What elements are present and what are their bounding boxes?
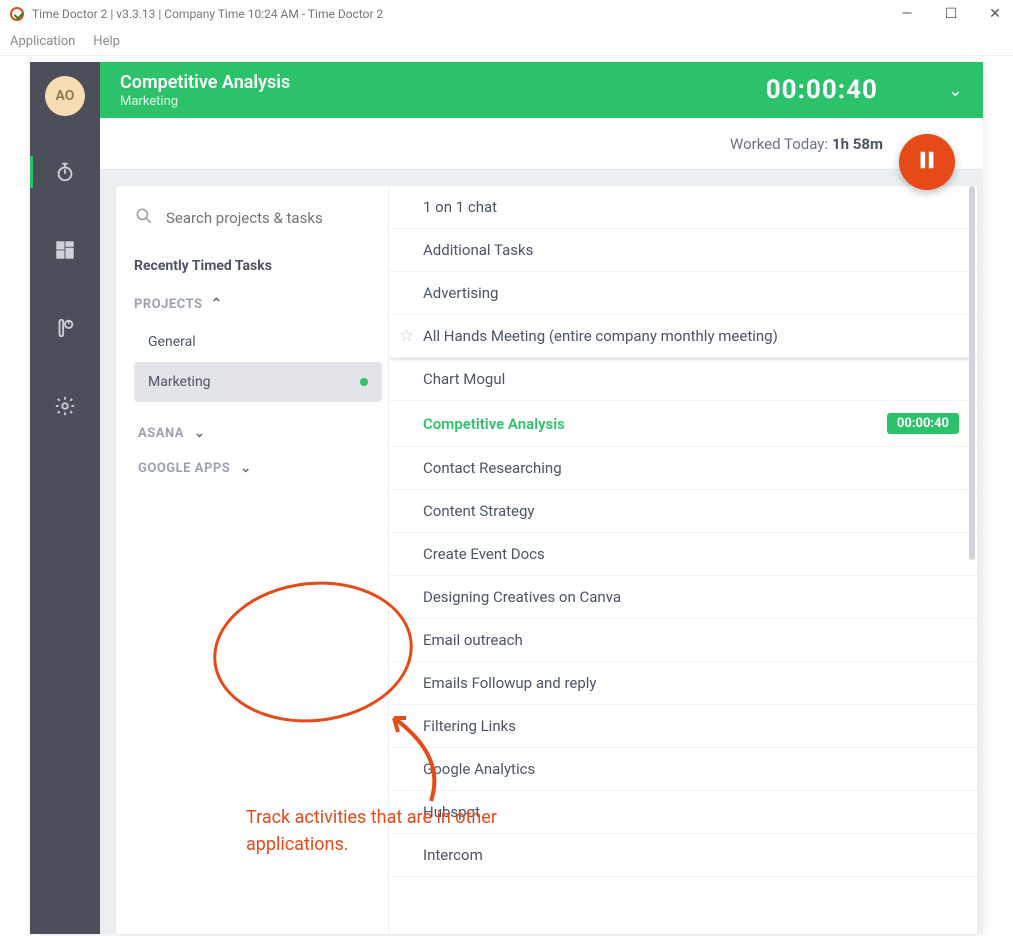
projects-column: Recently Timed Tasks PROJECTS ⌃ GeneralM… bbox=[116, 186, 388, 934]
active-task-timer: 00:00:40 bbox=[766, 75, 878, 105]
active-task-name: Competitive Analysis bbox=[120, 72, 290, 93]
close-button[interactable]: ✕ bbox=[987, 6, 1003, 22]
task-row[interactable]: Competitive Analysis 00:00:40 bbox=[389, 401, 977, 447]
chevron-down-icon: ⌄ bbox=[240, 461, 251, 476]
window-controls: — ☐ ✕ bbox=[899, 6, 1003, 22]
scrollbar-thumb[interactable] bbox=[969, 186, 975, 560]
integration-label: ASANA bbox=[138, 426, 184, 441]
menu-bar: Application Help bbox=[0, 28, 1013, 56]
search-input[interactable] bbox=[166, 209, 346, 227]
chevron-up-icon: ⌃ bbox=[211, 296, 223, 312]
task-name: Competitive Analysis bbox=[423, 415, 565, 433]
projects-tasks-panel: Recently Timed Tasks PROJECTS ⌃ GeneralM… bbox=[116, 186, 977, 934]
tasks-list: 1 on 1 chat Additional Tasks Advertising Al… bbox=[389, 186, 977, 877]
task-row[interactable]: Chart Mogul bbox=[389, 358, 977, 401]
nav-edit-time[interactable] bbox=[30, 306, 100, 350]
projects-label: PROJECTS bbox=[134, 297, 203, 312]
active-task-titles: Competitive Analysis Marketing bbox=[120, 72, 290, 109]
chevron-down-icon: ⌄ bbox=[194, 426, 205, 441]
projects-list: GeneralMarketing bbox=[134, 322, 382, 402]
task-row[interactable]: Hubspot bbox=[389, 791, 977, 834]
task-row[interactable]: Create Event Docs bbox=[389, 533, 977, 576]
worked-today-bar: Worked Today: 1h 58m bbox=[100, 118, 983, 170]
task-name: Additional Tasks bbox=[423, 241, 533, 259]
task-row[interactable]: Contact Researching bbox=[389, 447, 977, 490]
task-row[interactable]: Intercom bbox=[389, 834, 977, 877]
task-row[interactable]: Advertising bbox=[389, 272, 977, 315]
minimize-button[interactable]: — bbox=[899, 6, 915, 22]
edit-time-icon bbox=[54, 317, 76, 339]
project-item[interactable]: General bbox=[134, 322, 382, 362]
window-title: Time Doctor 2 | v3.3.13 | Company Time 1… bbox=[32, 7, 899, 21]
nav-timer[interactable] bbox=[30, 150, 100, 194]
task-name: Filtering Links bbox=[423, 717, 516, 735]
app-icon bbox=[10, 7, 24, 21]
integration-label: GOOGLE APPS bbox=[138, 461, 230, 476]
maximize-button[interactable]: ☐ bbox=[943, 6, 959, 22]
dashboard-icon bbox=[54, 239, 76, 261]
integrations-list: ASANA ⌄ GOOGLE APPS ⌄ bbox=[134, 416, 382, 486]
task-name: Email outreach bbox=[423, 631, 523, 649]
task-row[interactable]: Designing Creatives on Canva bbox=[389, 576, 977, 619]
task-name: Google Analytics bbox=[423, 760, 535, 778]
integration-item[interactable]: ASANA ⌄ bbox=[134, 416, 382, 451]
task-name: Designing Creatives on Canva bbox=[423, 588, 621, 606]
active-task-header: Competitive Analysis Marketing 00:00:40 … bbox=[100, 62, 983, 118]
task-name: Intercom bbox=[423, 846, 483, 864]
gear-icon bbox=[54, 395, 76, 417]
pause-icon bbox=[916, 149, 938, 175]
worked-today-value: 1h 58m bbox=[832, 135, 883, 153]
task-row[interactable]: All Hands Meeting (entire company monthl… bbox=[389, 315, 977, 358]
search-icon bbox=[134, 206, 154, 230]
left-sidebar: AO bbox=[30, 62, 100, 934]
menu-help[interactable]: Help bbox=[93, 34, 120, 49]
search-row bbox=[134, 206, 382, 230]
task-row[interactable]: Filtering Links bbox=[389, 705, 977, 748]
project-item[interactable]: Marketing bbox=[134, 362, 382, 402]
task-row[interactable]: Content Strategy bbox=[389, 490, 977, 533]
task-name: Emails Followup and reply bbox=[423, 674, 597, 692]
chevron-down-icon: ⌄ bbox=[948, 80, 963, 101]
worked-today-label: Worked Today: bbox=[730, 135, 828, 153]
integration-item[interactable]: GOOGLE APPS ⌄ bbox=[134, 451, 382, 486]
task-name: 1 on 1 chat bbox=[423, 198, 497, 216]
task-name: Advertising bbox=[423, 284, 498, 302]
content-wrap: Recently Timed Tasks PROJECTS ⌃ GeneralM… bbox=[100, 170, 983, 934]
task-row[interactable]: Emails Followup and reply bbox=[389, 662, 977, 705]
stopwatch-icon bbox=[54, 161, 76, 183]
expand-header-button[interactable]: ⌄ bbox=[948, 80, 963, 101]
task-name: Contact Researching bbox=[423, 459, 562, 477]
main-area: Competitive Analysis Marketing 00:00:40 … bbox=[100, 62, 983, 934]
task-name: Hubspot bbox=[423, 803, 480, 821]
tasks-column: 1 on 1 chat Additional Tasks Advertising Al… bbox=[388, 186, 977, 934]
task-name: All Hands Meeting (entire company monthl… bbox=[423, 327, 778, 345]
nav-settings[interactable] bbox=[30, 384, 100, 428]
active-task-project: Marketing bbox=[120, 94, 290, 109]
app-body: AO Competitive Analysis Mark bbox=[30, 62, 983, 934]
tasks-scrollbar[interactable] bbox=[969, 186, 975, 934]
task-row[interactable]: Email outreach bbox=[389, 619, 977, 662]
task-row[interactable]: Google Analytics bbox=[389, 748, 977, 791]
pause-button[interactable] bbox=[899, 134, 955, 190]
task-name: Chart Mogul bbox=[423, 370, 505, 388]
task-name: Content Strategy bbox=[423, 502, 535, 520]
nav-dashboard[interactable] bbox=[30, 228, 100, 272]
task-row[interactable]: 1 on 1 chat bbox=[389, 186, 977, 229]
task-time-badge: 00:00:40 bbox=[887, 413, 959, 434]
task-row[interactable]: Additional Tasks bbox=[389, 229, 977, 272]
recently-timed-label[interactable]: Recently Timed Tasks bbox=[134, 258, 382, 274]
user-avatar[interactable]: AO bbox=[45, 76, 85, 116]
task-name: Create Event Docs bbox=[423, 545, 545, 563]
projects-section-header[interactable]: PROJECTS ⌃ bbox=[134, 296, 382, 312]
menu-application[interactable]: Application bbox=[10, 34, 75, 49]
window-titlebar: Time Doctor 2 | v3.3.13 | Company Time 1… bbox=[0, 0, 1013, 28]
